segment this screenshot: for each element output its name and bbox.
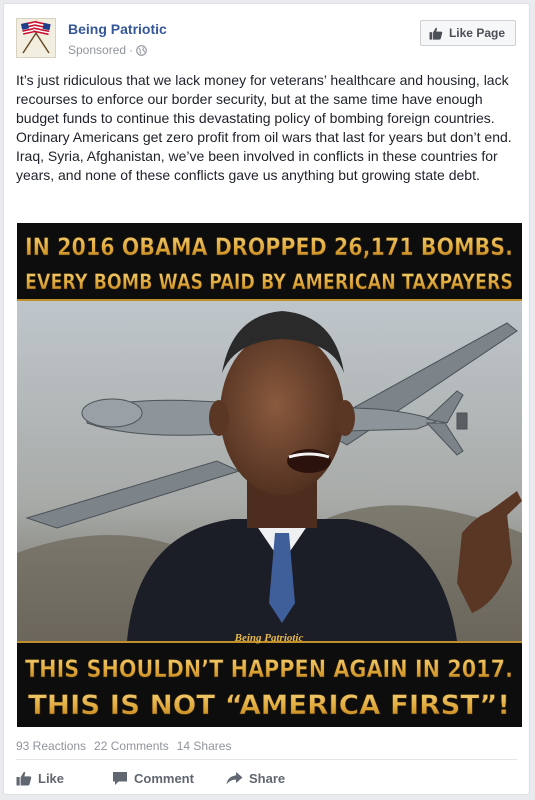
image-footer-line1: THIS SHOULDN’T HAPPEN AGAIN IN 2017. <box>25 655 513 683</box>
post-body-text: It’s just ridiculous that we lack money … <box>16 72 512 183</box>
like-page-label: Like Page <box>448 26 505 40</box>
thumbs-up-icon <box>429 27 443 40</box>
share-button[interactable]: Share <box>226 766 316 790</box>
post-meta: Sponsored · <box>68 43 147 57</box>
share-label: Share <box>249 770 286 786</box>
like-page-button[interactable]: Like Page <box>419 20 516 46</box>
feed-post-card: Being Patriotic Sponsored · Like Page It… <box>3 3 530 795</box>
image-headline-line1: IN 2016 OBAMA DROPPED 26,171 BOMBS. <box>25 233 513 261</box>
action-divider <box>16 759 517 760</box>
like-label: Like <box>38 770 65 786</box>
page-avatar[interactable] <box>16 18 56 58</box>
crossed-flags-icon <box>17 19 55 57</box>
comments-count[interactable]: 22 Comments <box>94 739 169 753</box>
post-image[interactable]: IN 2016 OBAMA DROPPED 26,171 BOMBS. EVER… <box>17 223 522 727</box>
post-actions: Like Comment Share <box>16 766 316 790</box>
image-headline-line2: EVERY BOMB WAS PAID BY AMERICAN TAXPAYER… <box>25 270 513 294</box>
image-footer-line2: THIS IS NOT “AMERICA FIRST”! <box>28 690 510 721</box>
comment-label: Comment <box>134 770 194 786</box>
globe-icon[interactable] <box>136 44 147 56</box>
sponsored-label[interactable]: Sponsored <box>68 43 126 57</box>
image-watermark: Being Patriotic <box>234 632 304 644</box>
comment-button[interactable]: Comment <box>112 766 226 790</box>
engagement-stats: 93 Reactions 22 Comments 14 Shares <box>16 739 231 753</box>
shares-count[interactable]: 14 Shares <box>177 739 232 753</box>
speech-bubble-icon <box>113 771 127 785</box>
share-arrow-icon <box>226 771 243 784</box>
meta-separator: · <box>129 43 134 57</box>
post-header: Being Patriotic Sponsored · Like Page <box>4 4 529 68</box>
like-button[interactable]: Like <box>16 766 112 790</box>
thumbs-up-icon <box>16 771 32 785</box>
page-name-link[interactable]: Being Patriotic <box>68 21 167 37</box>
reactions-count[interactable]: 93 Reactions <box>16 739 86 753</box>
